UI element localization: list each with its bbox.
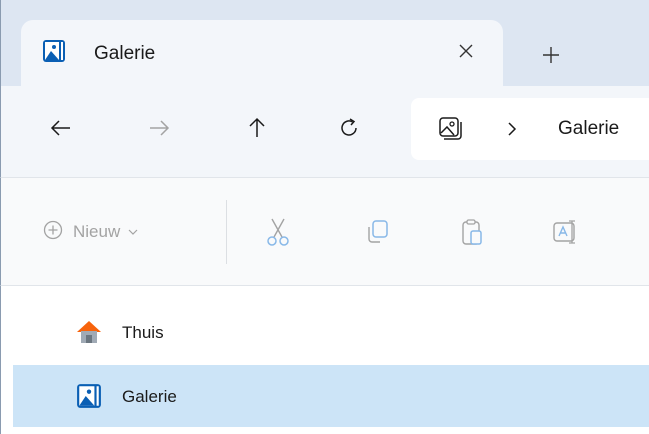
navigation-bar: Galerie [0, 86, 649, 178]
navigation-pane: Thuis Galerie [0, 286, 649, 434]
arrow-left-icon[interactable] [43, 110, 79, 146]
tab-bar: Galerie [0, 0, 649, 86]
plus-icon[interactable] [534, 38, 568, 72]
scissors-icon[interactable] [262, 216, 294, 248]
arrow-up-icon[interactable] [239, 110, 275, 146]
sidebar-item-galerie[interactable]: Galerie [13, 365, 649, 427]
new-button-label: Nieuw [73, 222, 121, 241]
arrow-right-icon[interactable] [141, 110, 177, 146]
plus-circle-icon [43, 220, 63, 245]
clipboard-icon[interactable] [456, 216, 488, 248]
gallery-icon [42, 39, 66, 63]
rename-icon[interactable] [550, 216, 582, 248]
chevron-down-icon [128, 223, 138, 241]
sidebar-item-label: Galerie [122, 387, 177, 406]
refresh-icon[interactable] [331, 110, 367, 146]
sidebar-item-label: Thuis [122, 323, 164, 342]
gallery-outline-icon [438, 116, 464, 142]
home-icon [76, 319, 102, 345]
gallery-icon [76, 383, 102, 409]
breadcrumb-galerie[interactable]: Galerie [558, 118, 619, 140]
sidebar-item-thuis[interactable]: Thuis [13, 301, 649, 363]
tab-title: Galerie [94, 43, 156, 64]
chevron-right-icon[interactable] [505, 120, 519, 138]
command-bar: Nieuw [0, 178, 649, 286]
tab-galerie[interactable]: Galerie [21, 20, 503, 86]
close-icon[interactable] [451, 36, 481, 66]
address-bar[interactable]: Galerie [411, 98, 649, 160]
new-button[interactable]: Nieuw [43, 218, 138, 246]
command-divider [226, 200, 227, 264]
copy-icon[interactable] [361, 216, 393, 248]
